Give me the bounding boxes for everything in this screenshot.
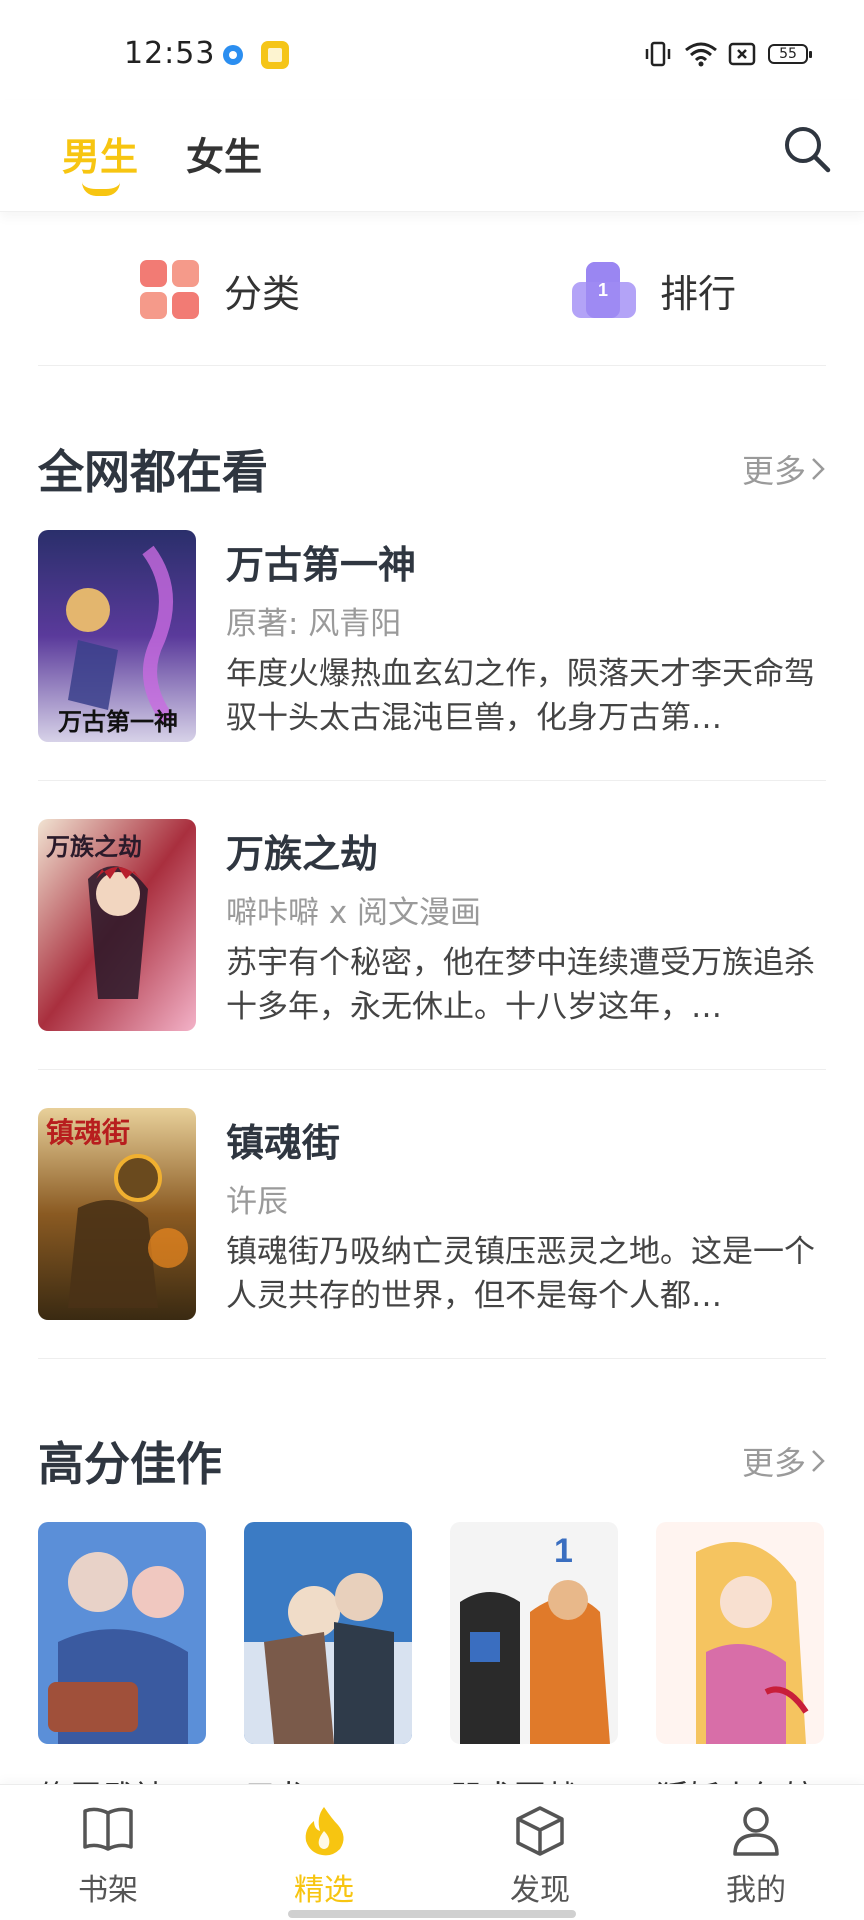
ranking-icon: 1 bbox=[572, 262, 636, 318]
nav-featured[interactable]: 精选 bbox=[264, 1785, 384, 1920]
ranking-entry[interactable]: 1 排行 bbox=[572, 250, 736, 330]
grid-book-cover[interactable] bbox=[244, 1522, 412, 1744]
book-item[interactable]: 万族之劫 万族之劫 噼咔噼 x 阅文漫画 苏宇有个秘密，他在梦中连续遭受万族追杀… bbox=[38, 819, 826, 1031]
top-tab-bar: 男生 女生 bbox=[0, 100, 864, 212]
cover-title: 万族之劫 bbox=[46, 833, 142, 861]
status-time: 12:53 bbox=[124, 36, 216, 71]
nav-label: 发现 bbox=[510, 1873, 570, 1908]
more-link-popular[interactable]: 更多 bbox=[742, 446, 826, 492]
cube-icon bbox=[516, 1806, 564, 1856]
section-title-top-rated: 高分佳作 bbox=[38, 1437, 222, 1491]
more-label: 更多 bbox=[741, 452, 806, 490]
grid-book-cover[interactable] bbox=[38, 1522, 206, 1744]
wifi-icon bbox=[685, 42, 717, 67]
book-author: 原著: 风青阳 bbox=[226, 606, 402, 642]
book-item[interactable]: 镇魂街 镇魂街 许辰 镇魂街乃吸纳亡灵镇压恶灵之地。这是一个人灵共存的世界，但不… bbox=[38, 1108, 826, 1320]
sim-icon bbox=[728, 42, 756, 66]
status-bar: 12:53 55 bbox=[0, 0, 864, 100]
tab-active-indicator bbox=[82, 182, 120, 196]
vibrate-icon bbox=[645, 41, 671, 67]
home-indicator[interactable] bbox=[288, 1910, 576, 1918]
bottom-nav: 书架 精选 发现 我的 bbox=[0, 1784, 864, 1920]
chevron-right-icon bbox=[812, 458, 825, 480]
book-cover: 万古第一神 bbox=[38, 530, 196, 742]
book-title: 万族之劫 bbox=[226, 832, 379, 876]
book-title: 万古第一神 bbox=[226, 543, 417, 587]
browser-icon bbox=[223, 45, 243, 65]
nav-label: 书架 bbox=[78, 1873, 138, 1908]
more-link-top-rated[interactable]: 更多 bbox=[742, 1438, 826, 1484]
chevron-right-icon bbox=[812, 1450, 825, 1472]
nav-discover[interactable]: 发现 bbox=[480, 1785, 600, 1920]
section-title-popular: 全网都在看 bbox=[38, 445, 268, 499]
svg-text:1: 1 bbox=[554, 1532, 573, 1570]
divider bbox=[38, 1358, 826, 1359]
nav-label: 精选 bbox=[294, 1873, 354, 1908]
book-description: 苏宇有个秘密，他在梦中连续遭受万族追杀十多年，永无休止。十八岁这年，… bbox=[226, 945, 815, 1025]
cover-title: 镇魂街 bbox=[46, 1116, 130, 1149]
cover-title: 万古第一神 bbox=[58, 708, 178, 736]
divider bbox=[38, 365, 826, 366]
nav-bookshelf[interactable]: 书架 bbox=[48, 1785, 168, 1920]
ranking-badge: 1 bbox=[598, 280, 608, 300]
more-label: 更多 bbox=[741, 1444, 806, 1482]
book-item[interactable]: 万古第一神 万古第一神 原著: 风青阳 年度火爆热血玄幻之作，陨落天才李天命驾驭… bbox=[38, 530, 826, 742]
book-description: 年度火爆热血玄幻之作，陨落天才李天命驾驭十头太古混沌巨兽，化身万古第… bbox=[226, 656, 815, 736]
book-cover: 万族之劫 bbox=[38, 819, 196, 1031]
flame-icon bbox=[305, 1807, 344, 1856]
person-icon bbox=[733, 1807, 779, 1856]
divider bbox=[38, 780, 826, 781]
notes-icon bbox=[261, 41, 289, 69]
book-cover: 镇魂街 bbox=[38, 1108, 196, 1320]
book-icon bbox=[83, 1807, 133, 1851]
book-author: 许辰 bbox=[226, 1184, 288, 1220]
category-label: 分类 bbox=[224, 271, 301, 316]
tab-female[interactable]: 女生 bbox=[186, 126, 262, 181]
book-title: 镇魂街 bbox=[226, 1121, 341, 1165]
ranking-label: 排行 bbox=[660, 271, 737, 316]
tab-male[interactable]: 男生 bbox=[62, 126, 138, 181]
category-icon bbox=[140, 260, 200, 320]
search-icon[interactable] bbox=[782, 124, 832, 174]
nav-mine[interactable]: 我的 bbox=[696, 1785, 816, 1920]
grid-book-cover[interactable] bbox=[656, 1522, 824, 1744]
nav-label: 我的 bbox=[726, 1873, 786, 1908]
book-author: 噼咔噼 x 阅文漫画 bbox=[226, 895, 482, 931]
category-entry[interactable]: 分类 bbox=[140, 250, 300, 330]
battery-icon: 55 bbox=[768, 44, 812, 64]
grid-book-cover[interactable]: 1 bbox=[450, 1522, 618, 1744]
book-description: 镇魂街乃吸纳亡灵镇压恶灵之地。这是一个人灵共存的世界，但不是每个人都… bbox=[226, 1234, 815, 1314]
divider bbox=[38, 1069, 826, 1070]
